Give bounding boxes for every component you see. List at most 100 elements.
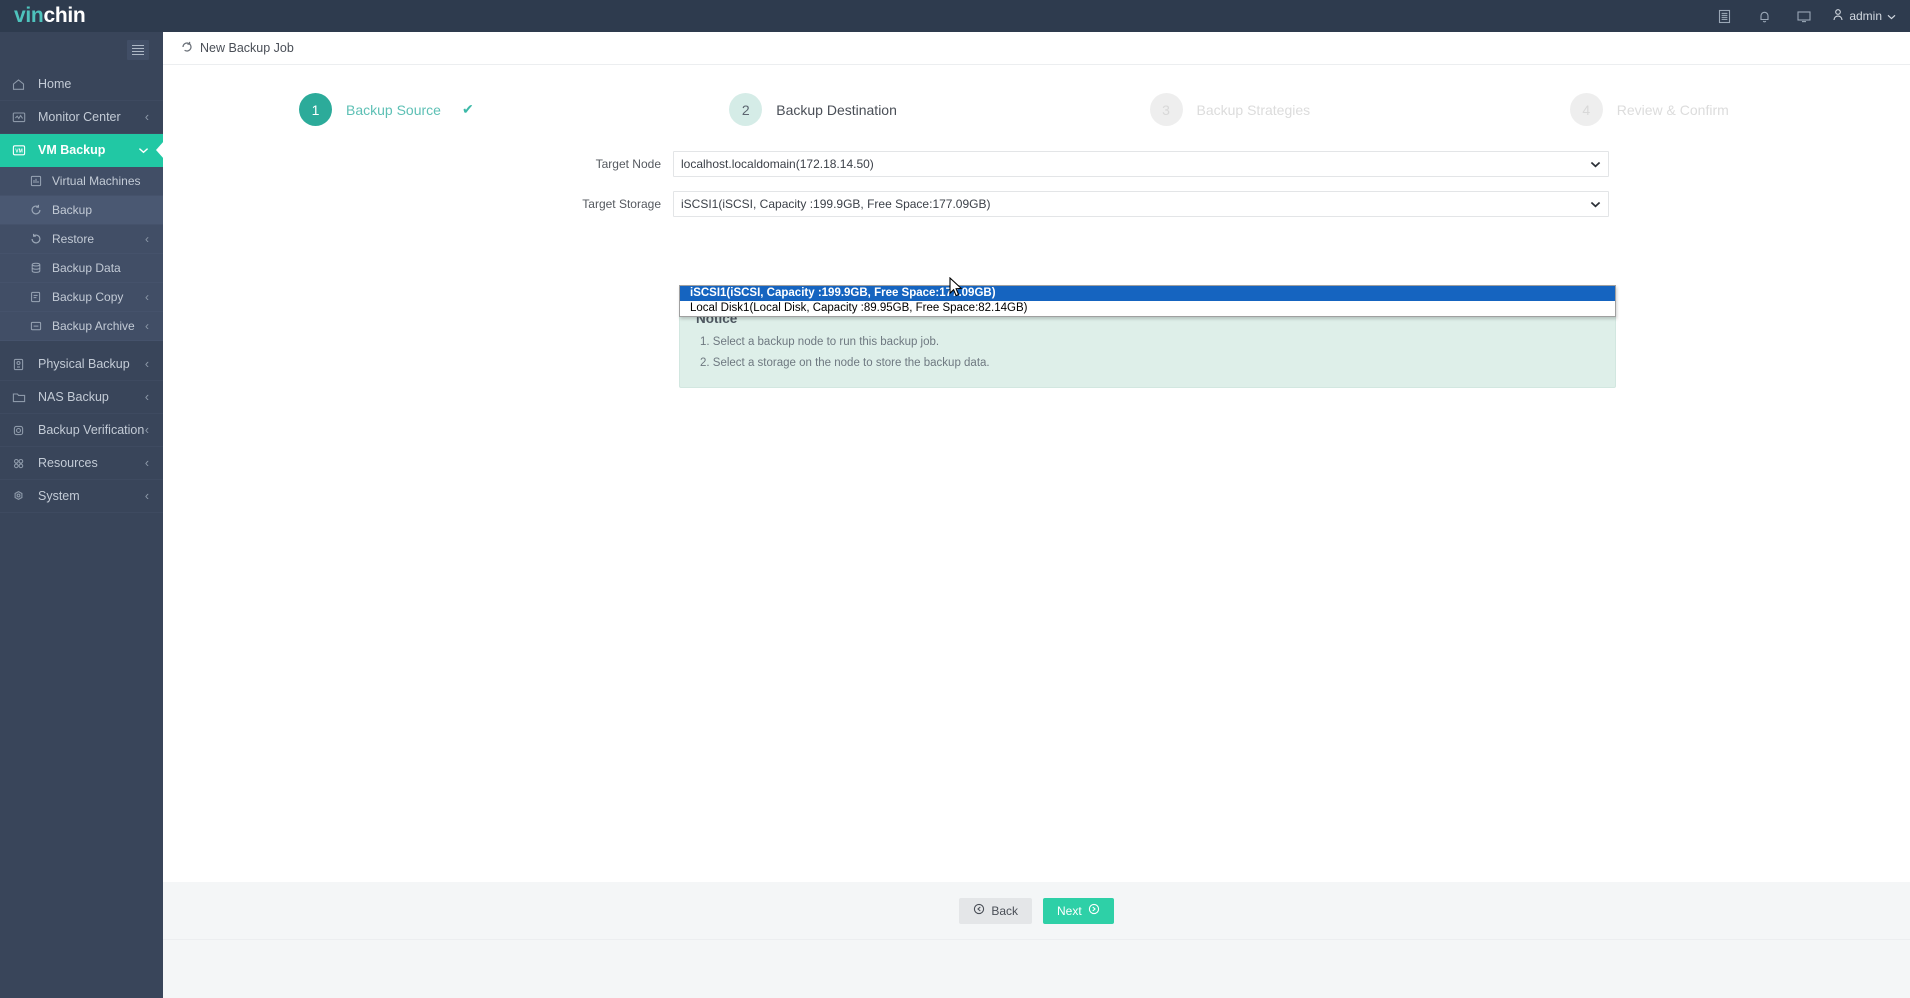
sidebar-item-backup-copy[interactable]: Backup Copy ‹ <box>0 283 163 312</box>
main-content: New Backup Job 1 Backup Source ✔ 2 Backu… <box>163 32 1910 998</box>
wizard-card: 1 Backup Source ✔ 2 Backup Destination 3… <box>163 65 1910 940</box>
monitor-center-icon <box>12 111 32 124</box>
sidebar-item-system[interactable]: System ‹ <box>0 480 163 513</box>
verification-icon <box>12 424 32 437</box>
header-actions: admin <box>1704 0 1910 32</box>
sidebar-item-label: Resources <box>38 456 98 470</box>
chevron-left-icon: ‹ <box>145 290 149 304</box>
sidebar-item-label: VM Backup <box>38 143 106 157</box>
back-button-label: Back <box>991 903 1018 918</box>
sidebar-item-label: Monitor Center <box>38 110 121 124</box>
step-number: 3 <box>1149 93 1183 126</box>
step-label: Backup Strategies <box>1196 101 1311 118</box>
svg-text:VM: VM <box>15 148 23 154</box>
sidebar-item-resources[interactable]: Resources ‹ <box>0 447 163 480</box>
target-node-row: Target Node localhost.localdomain(172.18… <box>163 151 1910 177</box>
sidebar-item-monitor-center[interactable]: Monitor Center ‹ <box>0 101 163 134</box>
target-storage-label: Target Storage <box>582 197 661 211</box>
resources-icon <box>12 457 32 470</box>
arrow-left-circle-icon <box>973 903 985 918</box>
system-gear-icon <box>12 490 32 503</box>
user-menu[interactable]: admin <box>1824 8 1896 24</box>
sidebar-item-backup-verification[interactable]: Backup Verification ‹ <box>0 414 163 447</box>
next-button-label: Next <box>1057 903 1082 918</box>
folder-icon <box>12 391 32 404</box>
target-node-select[interactable]: localhost.localdomain(172.18.14.50) <box>673 151 1609 177</box>
chevron-down-icon <box>1887 9 1896 23</box>
sidebar-item-label: Backup <box>52 203 93 217</box>
restore-icon <box>30 233 47 245</box>
chevron-down-icon <box>138 143 149 157</box>
step-number: 1 <box>299 93 332 126</box>
dropdown-option-local-disk1[interactable]: Local Disk1(Local Disk, Capacity :89.95G… <box>680 301 1615 316</box>
sidebar: Home Monitor Center ‹ VM VM Backup Virtu… <box>0 32 163 998</box>
list-icon[interactable] <box>1704 0 1744 32</box>
notice-line: 2. Select a storage on the node to store… <box>700 357 990 369</box>
refresh-icon[interactable] <box>181 41 193 56</box>
brand-logo[interactable]: vinchin <box>0 4 163 28</box>
server-icon <box>12 358 32 371</box>
step-number: 2 <box>729 93 763 126</box>
arrow-right-circle-icon <box>1088 903 1100 918</box>
sidebar-item-label: Backup Copy <box>52 290 124 304</box>
step-review-confirm[interactable]: 4 Review & Confirm <box>1490 93 1910 126</box>
step-backup-strategies[interactable]: 3 Backup Strategies <box>1070 93 1490 126</box>
dropdown-option-iscsi1[interactable]: iSCSI1(iSCSI, Capacity :199.9GB, Free Sp… <box>680 286 1615 301</box>
virtual-machines-icon <box>30 175 47 187</box>
sidebar-item-nas-backup[interactable]: NAS Backup ‹ <box>0 381 163 414</box>
sidebar-item-home[interactable]: Home <box>0 68 163 101</box>
chevron-left-icon: ‹ <box>145 319 149 333</box>
sidebar-item-backup[interactable]: Backup <box>0 196 163 225</box>
sidebar-divider <box>0 341 163 348</box>
brand-logo-part1: vin <box>14 4 44 27</box>
sidebar-item-label: Backup Archive <box>52 319 135 333</box>
next-button[interactable]: Next <box>1043 897 1114 924</box>
target-storage-select-wrap: iSCSI1(iSCSI, Capacity :199.9GB, Free Sp… <box>673 191 1609 217</box>
chevron-left-icon: ‹ <box>144 456 149 470</box>
back-button[interactable]: Back <box>959 897 1032 924</box>
sidebar-item-label: System <box>38 489 80 503</box>
monitor-icon[interactable] <box>1784 0 1824 32</box>
target-node-select-wrap: localhost.localdomain(172.18.14.50) <box>673 151 1609 177</box>
sidebar-item-physical-backup[interactable]: Physical Backup ‹ <box>0 348 163 381</box>
sidebar-item-label: NAS Backup <box>38 390 109 404</box>
sidebar-item-label: Home <box>38 77 72 91</box>
step-label: Backup Destination <box>776 101 897 118</box>
sidebar-item-vm-backup[interactable]: VM VM Backup <box>0 134 163 167</box>
bell-icon[interactable] <box>1744 0 1784 32</box>
step-backup-source[interactable]: 1 Backup Source ✔ <box>163 93 639 126</box>
target-storage-select[interactable]: iSCSI1(iSCSI, Capacity :199.9GB, Free Sp… <box>673 191 1609 217</box>
backup-icon <box>30 204 47 216</box>
wizard-stepper: 1 Backup Source ✔ 2 Backup Destination 3… <box>163 65 1910 126</box>
sidebar-collapse-row <box>0 32 163 68</box>
sidebar-item-label: Restore <box>52 232 95 246</box>
chevron-left-icon: ‹ <box>144 110 149 124</box>
hamburger-icon[interactable] <box>127 40 149 60</box>
notice-line: 1. Select a backup node to run this back… <box>700 336 940 348</box>
step-label: Review & Confirm <box>1616 101 1729 118</box>
user-icon <box>1832 8 1844 24</box>
sidebar-item-restore[interactable]: Restore ‹ <box>0 225 163 254</box>
chevron-left-icon: ‹ <box>145 232 149 246</box>
sidebar-item-backup-archive[interactable]: Backup Archive ‹ <box>0 312 163 341</box>
target-storage-dropdown-list[interactable]: iSCSI1(iSCSI, Capacity :199.9GB, Free Sp… <box>679 285 1616 317</box>
check-icon: ✔ <box>461 101 474 117</box>
chevron-left-icon: ‹ <box>144 423 149 437</box>
home-icon <box>12 78 32 91</box>
vm-icon: VM <box>12 144 32 157</box>
chevron-left-icon: ‹ <box>144 390 149 404</box>
sidebar-item-label: Virtual Machines <box>52 174 141 188</box>
sidebar-item-label: Physical Backup <box>38 357 130 371</box>
user-name-label: admin <box>1849 9 1882 23</box>
archive-icon <box>30 320 47 332</box>
sidebar-item-backup-data[interactable]: Backup Data <box>0 254 163 283</box>
sidebar-item-label: Backup Verification <box>38 423 145 437</box>
target-node-label: Target Node <box>595 157 661 171</box>
destination-form: Target Node localhost.localdomain(172.18… <box>163 151 1910 217</box>
step-backup-destination[interactable]: 2 Backup Destination <box>639 93 1069 126</box>
top-header-bar: vinchin admin <box>0 0 1910 32</box>
step-number: 4 <box>1569 93 1603 126</box>
brand-logo-part2: chin <box>43 4 86 27</box>
page-title: New Backup Job <box>200 41 294 55</box>
sidebar-item-virtual-machines[interactable]: Virtual Machines <box>0 167 163 196</box>
